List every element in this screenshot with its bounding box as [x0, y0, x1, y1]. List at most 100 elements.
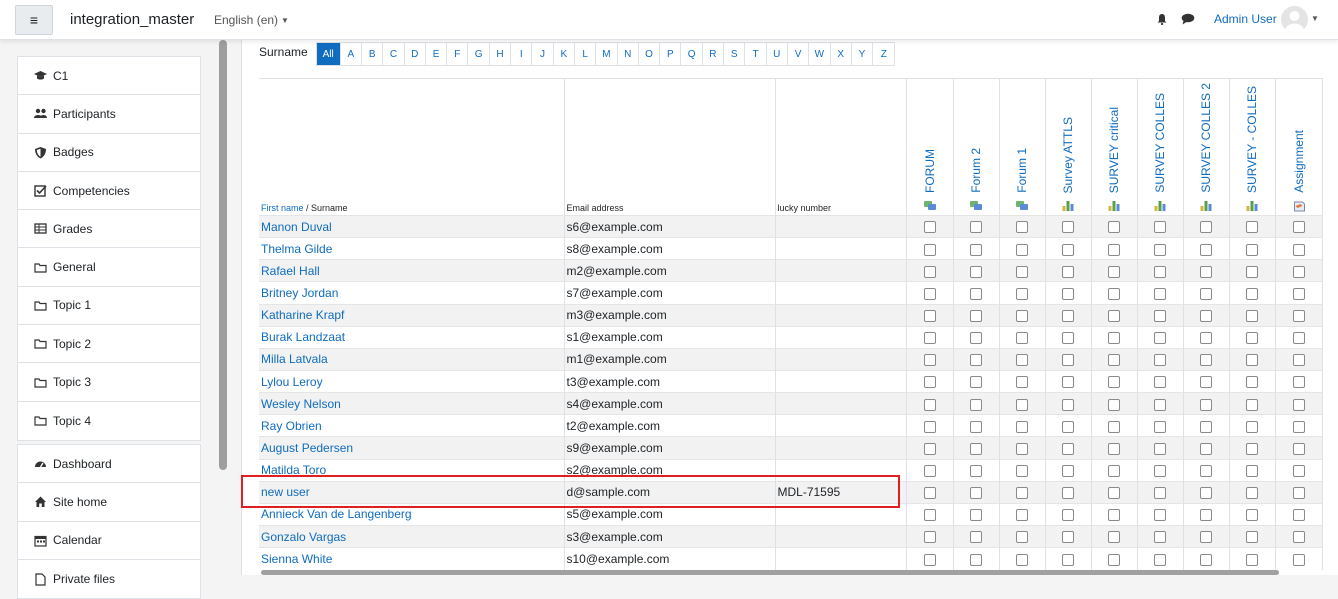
user-profile-link[interactable]: Britney Jordan — [261, 286, 338, 300]
completion-checkbox[interactable] — [1200, 531, 1212, 544]
completion-checkbox[interactable] — [1292, 464, 1305, 477]
completion-checkbox[interactable] — [1108, 553, 1120, 566]
completion-checkbox[interactable] — [1292, 309, 1305, 322]
activity-link[interactable]: SURVEY COLLES — [1153, 93, 1167, 193]
activity-link[interactable]: Forum 1 — [1015, 148, 1029, 193]
completion-checkbox[interactable] — [1108, 376, 1120, 389]
completion-checkbox[interactable] — [1108, 531, 1120, 544]
completion-checkbox[interactable] — [1016, 487, 1028, 500]
user-profile-link[interactable]: Annieck Van de Langenberg — [261, 507, 412, 521]
completion-checkbox[interactable] — [970, 398, 982, 411]
completion-checkbox[interactable] — [1246, 531, 1258, 544]
completion-checkbox[interactable] — [1246, 464, 1258, 477]
completion-checkbox[interactable] — [1200, 420, 1212, 433]
completion-checkbox[interactable] — [1154, 376, 1166, 389]
completion-checkbox[interactable] — [923, 332, 936, 345]
completion-checkbox[interactable] — [1016, 442, 1028, 455]
completion-checkbox[interactable] — [1200, 464, 1212, 477]
user-profile-link[interactable]: Ray Obrien — [261, 419, 322, 433]
completion-checkbox[interactable] — [1200, 221, 1212, 234]
completion-checkbox[interactable] — [1154, 243, 1166, 256]
completion-checkbox[interactable] — [970, 287, 982, 300]
user-menu-name[interactable]: Admin User — [1214, 12, 1277, 26]
completion-checkbox[interactable] — [1108, 354, 1120, 367]
completion-checkbox[interactable] — [1246, 309, 1258, 322]
completion-checkbox[interactable] — [1292, 287, 1305, 300]
completion-checkbox[interactable] — [1246, 354, 1258, 367]
initial-filter-l[interactable]: L — [574, 43, 597, 65]
completion-checkbox[interactable] — [970, 221, 982, 234]
initial-filter-m[interactable]: M — [596, 43, 618, 65]
completion-checkbox[interactable] — [1062, 243, 1074, 256]
completion-checkbox[interactable] — [923, 420, 936, 433]
completion-checkbox[interactable] — [1200, 332, 1212, 345]
completion-checkbox[interactable] — [1016, 332, 1028, 345]
sidebar-item-private-files[interactable]: Private files — [18, 560, 200, 598]
sidebar-item-topic-2[interactable]: Topic 2 — [18, 325, 200, 364]
completion-checkbox[interactable] — [1292, 221, 1305, 234]
completion-checkbox[interactable] — [1154, 464, 1166, 477]
completion-checkbox[interactable] — [970, 376, 982, 389]
activity-link[interactable]: Assignment — [1292, 130, 1306, 193]
drawer-toggle-button[interactable]: ≡ — [15, 5, 53, 35]
user-profile-link[interactable]: Gonzalo Vargas — [261, 530, 346, 544]
initial-filter-s[interactable]: S — [724, 43, 746, 65]
completion-checkbox[interactable] — [923, 287, 936, 300]
completion-checkbox[interactable] — [1154, 398, 1166, 411]
bell-icon[interactable] — [1156, 13, 1168, 25]
completion-checkbox[interactable] — [1016, 420, 1028, 433]
initial-filter-z[interactable]: Z — [873, 43, 895, 65]
initial-filter-r[interactable]: R — [702, 43, 725, 65]
sidebar-item-topic-4[interactable]: Topic 4 — [18, 402, 200, 440]
completion-checkbox[interactable] — [970, 553, 982, 566]
chat-icon[interactable] — [1181, 13, 1195, 25]
completion-checkbox[interactable] — [1062, 287, 1074, 300]
completion-checkbox[interactable] — [923, 376, 936, 389]
initial-filter-x[interactable]: X — [830, 43, 852, 65]
sidebar-item-badges[interactable]: Badges — [18, 134, 200, 172]
completion-checkbox[interactable] — [1200, 442, 1212, 455]
sidebar-item-site-home[interactable]: Site home — [18, 483, 200, 522]
completion-checkbox[interactable] — [923, 265, 936, 278]
completion-checkbox[interactable] — [970, 509, 982, 522]
completion-checkbox[interactable] — [970, 531, 982, 544]
sidebar-item-dashboard[interactable]: Dashboard — [18, 445, 200, 484]
completion-checkbox[interactable] — [1292, 398, 1305, 411]
initial-filter-w[interactable]: W — [809, 43, 831, 65]
completion-checkbox[interactable] — [1154, 420, 1166, 433]
completion-checkbox[interactable] — [923, 398, 936, 411]
completion-checkbox[interactable] — [1108, 509, 1120, 522]
completion-checkbox[interactable] — [1154, 553, 1166, 566]
user-profile-link[interactable]: Sienna White — [261, 552, 332, 566]
completion-checkbox[interactable] — [1246, 287, 1258, 300]
sidebar-item-participants[interactable]: Participants — [18, 95, 200, 134]
completion-checkbox[interactable] — [1062, 420, 1074, 433]
initial-filter-g[interactable]: G — [468, 43, 490, 65]
completion-checkbox[interactable] — [1016, 464, 1028, 477]
user-profile-link[interactable]: August Pedersen — [261, 441, 353, 455]
completion-checkbox[interactable] — [1200, 287, 1212, 300]
completion-checkbox[interactable] — [1016, 265, 1028, 278]
completion-checkbox[interactable] — [970, 309, 982, 322]
completion-checkbox[interactable] — [1292, 332, 1305, 345]
completion-checkbox[interactable] — [1292, 420, 1305, 433]
sidebar-item-c1[interactable]: C1 — [18, 57, 200, 96]
completion-checkbox[interactable] — [1200, 509, 1212, 522]
initial-filter-t[interactable]: T — [745, 43, 767, 65]
sort-first-name-link[interactable]: First name — [261, 203, 304, 213]
completion-checkbox[interactable] — [1016, 287, 1028, 300]
activity-link[interactable]: SURVEY COLLES 2 — [1199, 83, 1213, 193]
completion-checkbox[interactable] — [1292, 509, 1305, 522]
completion-checkbox[interactable] — [1062, 464, 1074, 477]
completion-checkbox[interactable] — [1292, 531, 1305, 544]
initial-filter-a[interactable]: A — [340, 43, 362, 65]
completion-checkbox[interactable] — [1246, 221, 1258, 234]
completion-checkbox[interactable] — [1246, 398, 1258, 411]
initial-filter-v[interactable]: V — [787, 43, 810, 65]
completion-checkbox[interactable] — [1154, 332, 1166, 345]
completion-checkbox[interactable] — [1154, 509, 1166, 522]
completion-checkbox[interactable] — [970, 243, 982, 256]
completion-checkbox[interactable] — [1292, 487, 1305, 500]
completion-checkbox[interactable] — [923, 531, 936, 544]
completion-checkbox[interactable] — [1200, 398, 1212, 411]
